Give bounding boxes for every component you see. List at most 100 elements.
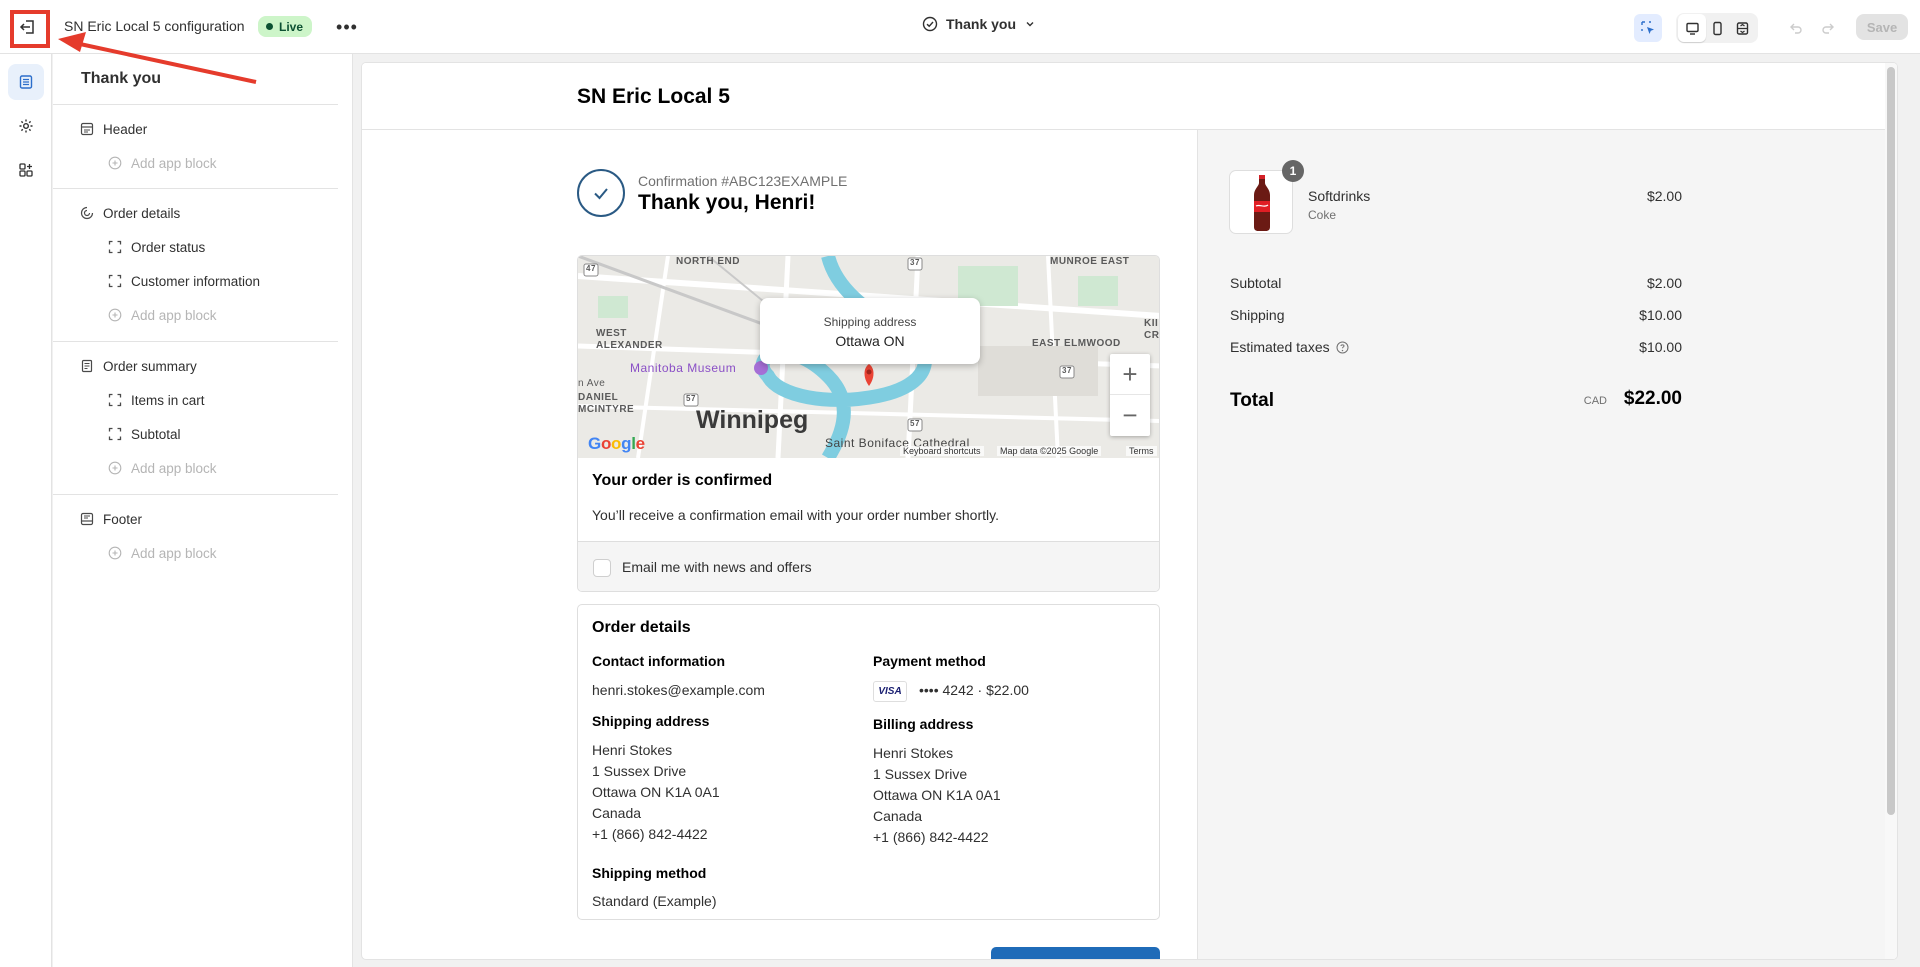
section-header-label: Header — [103, 121, 148, 137]
product-name: Softdrinks — [1308, 188, 1371, 204]
contact-heading: Contact information — [592, 653, 725, 669]
section-footer[interactable]: Footer — [79, 505, 142, 533]
shipping-label: Shipping — [1230, 307, 1285, 323]
zoom-in-button[interactable]: + — [1110, 354, 1150, 395]
add-app-block-button[interactable]: Add app block — [107, 301, 217, 329]
expand-icon — [1736, 21, 1748, 35]
estimated-taxes-row: Estimated taxes — [1230, 339, 1349, 355]
map-label: n Ave — [578, 378, 606, 389]
confirmation-check-icon — [577, 169, 625, 217]
desktop-icon — [1685, 22, 1699, 35]
mobile-icon — [1712, 21, 1722, 35]
layout-header-icon — [79, 121, 95, 137]
exit-editor-button[interactable] — [12, 12, 44, 42]
address-line: Ottawa ON K1A 0A1 — [592, 784, 720, 800]
top-bar: SN Eric Local 5 configuration Live ••• T… — [0, 0, 1920, 54]
block-subtotal[interactable]: Subtotal — [107, 420, 181, 448]
scrollbar-thumb[interactable] — [1887, 67, 1895, 815]
divider — [53, 188, 338, 189]
block-customer-information[interactable]: Customer information — [107, 267, 260, 295]
preview-scrollbar[interactable] — [1885, 63, 1897, 959]
divider — [53, 341, 338, 342]
map-data-attribution: Map data ©2025 Google — [997, 446, 1102, 456]
road-number: 37 — [910, 258, 920, 267]
payment-method: VISA •••• 4242 · $22.00 — [873, 680, 1029, 702]
total-label: Total — [1230, 390, 1274, 411]
zoom-out-button[interactable]: − — [1110, 395, 1150, 436]
more-actions-button[interactable]: ••• — [334, 14, 360, 40]
left-rail — [0, 54, 52, 967]
apps-icon — [19, 163, 33, 177]
apps-nav-button[interactable] — [8, 152, 44, 188]
map-label: MUNROE EAST — [1050, 256, 1130, 267]
map-popup-value: Ottawa ON — [835, 333, 905, 349]
section-order-details[interactable]: Order details — [79, 199, 180, 227]
add-app-block-button[interactable]: Add app block — [107, 539, 217, 567]
undo-icon — [1790, 23, 1802, 34]
billing-address-heading: Billing address — [873, 716, 974, 732]
check-circle-icon — [922, 16, 938, 32]
map-label: NORTH END — [676, 256, 740, 267]
chevron-down-icon — [1026, 22, 1034, 27]
add-app-block-label: Add app block — [131, 460, 217, 476]
confirmation-number: Confirmation #ABC123EXAMPLE — [638, 173, 848, 189]
keyboard-shortcuts-link[interactable]: Keyboard shortcuts — [900, 446, 984, 456]
block-items-in-cart[interactable]: Items in cart — [107, 386, 205, 414]
add-app-block-button[interactable]: Add app block — [107, 454, 217, 482]
save-button[interactable]: Save — [1856, 14, 1908, 40]
exit-icon — [19, 20, 34, 34]
mobile-view-button[interactable] — [1703, 14, 1731, 42]
sidebar-title: Thank you — [81, 70, 162, 87]
billing-address: Henri Stokes 1 Sussex Drive Ottawa ON K1… — [873, 743, 1001, 848]
continue-shopping-button[interactable] — [991, 947, 1160, 959]
block-order-status[interactable]: Order status — [107, 233, 205, 261]
section-order-details-label: Order details — [103, 205, 181, 221]
receipt-icon — [79, 358, 95, 374]
full-width-view-button[interactable] — [1728, 14, 1756, 42]
add-app-block-label: Add app block — [131, 545, 217, 561]
desktop-view-button[interactable] — [1678, 14, 1706, 42]
block-frame-icon — [107, 239, 123, 255]
section-header[interactable]: Header — [79, 115, 147, 143]
newsletter-checkbox[interactable] — [593, 559, 611, 577]
estimated-taxes-label: Estimated taxes — [1230, 339, 1330, 355]
sections-icon — [19, 75, 33, 89]
add-app-block-button[interactable]: Add app block — [107, 149, 217, 177]
visa-icon: VISA — [873, 680, 907, 702]
block-subtotal-label: Subtotal — [131, 426, 181, 442]
shipping-map[interactable]: NORTH END MUNROE EAST WEST ALEXANDER EAS… — [578, 256, 1159, 458]
payment-heading: Payment method — [873, 653, 986, 669]
terms-link[interactable]: Terms — [1126, 446, 1157, 456]
sections-nav-button[interactable] — [8, 64, 44, 100]
status-badge: Live — [258, 16, 313, 37]
inspector-toggle-button[interactable] — [1634, 14, 1662, 42]
page-picker[interactable]: Thank you — [922, 16, 1036, 32]
undo-button[interactable] — [1782, 14, 1810, 42]
product-thumbnail — [1229, 170, 1293, 234]
subtotal-label: Subtotal — [1230, 275, 1282, 291]
road-number: 57 — [910, 419, 920, 428]
block-customer-information-label: Customer information — [131, 273, 261, 289]
block-frame-icon — [107, 273, 123, 289]
map-label: DANIEL MCINTYRE — [578, 392, 635, 415]
device-toggle-group — [1676, 13, 1758, 43]
road-number: 57 — [686, 394, 696, 403]
section-order-summary[interactable]: Order summary — [79, 352, 197, 380]
shop-name: SN Eric Local 5 — [577, 85, 730, 108]
order-confirmed-text: You’ll receive a confirmation email with… — [592, 507, 999, 523]
order-details-card: Order details Contact information henri.… — [577, 604, 1160, 920]
map-popup-title: Shipping address — [823, 315, 917, 329]
add-app-block-label: Add app block — [131, 155, 217, 171]
redo-button[interactable] — [1814, 14, 1842, 42]
settings-nav-button[interactable] — [8, 108, 44, 144]
block-frame-icon — [107, 392, 123, 408]
map-label: WEST ALEXANDER — [596, 328, 663, 351]
road-number: 47 — [586, 264, 596, 273]
address-line: Henri Stokes — [592, 742, 673, 758]
order-confirmed-card: NORTH END MUNROE EAST WEST ALEXANDER EAS… — [577, 255, 1160, 592]
info-icon[interactable] — [1336, 341, 1349, 354]
total-currency: CAD — [1583, 395, 1607, 407]
address-line: +1 (866) 842-4422 — [873, 829, 989, 845]
address-line: 1 Sussex Drive — [592, 763, 687, 779]
map-label: Manitoba Museum — [630, 361, 737, 375]
